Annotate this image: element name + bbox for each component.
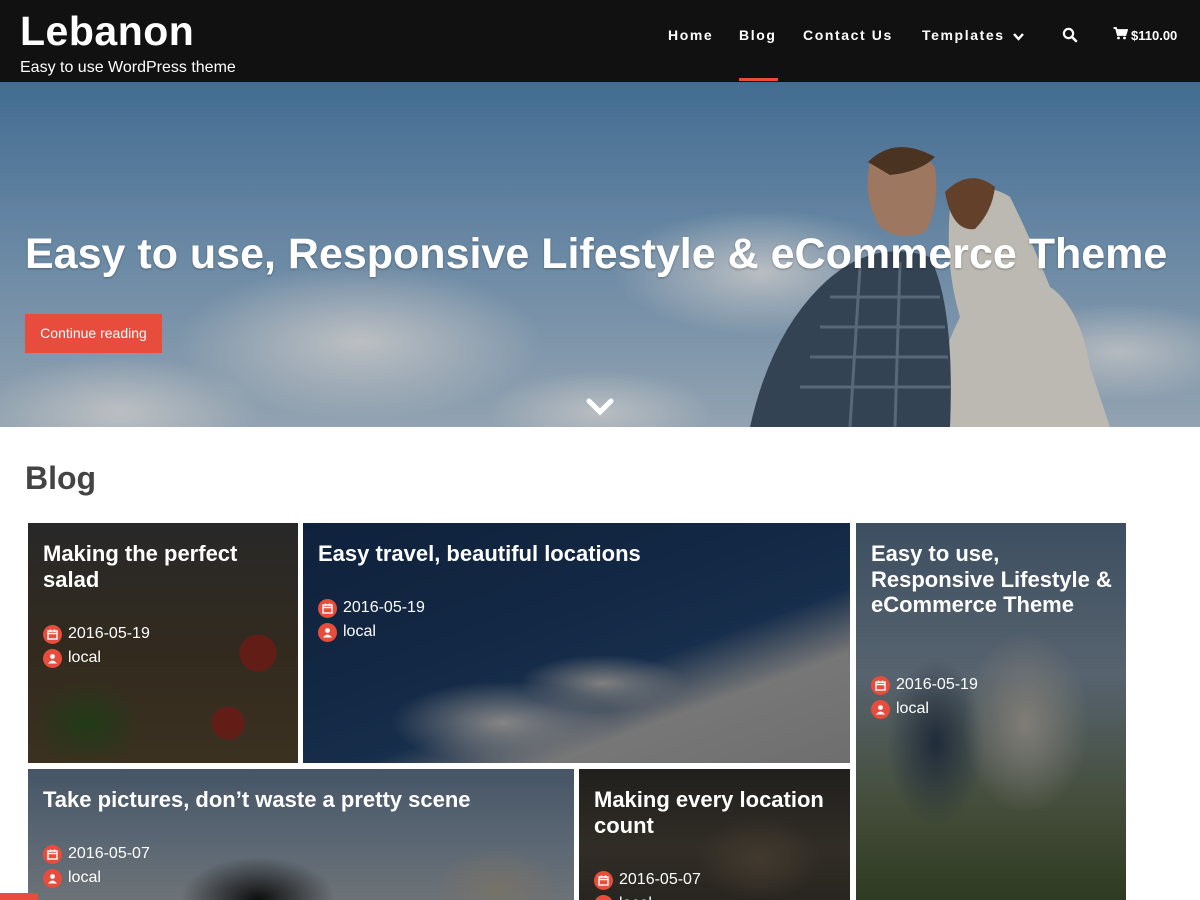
calendar-icon — [318, 598, 337, 618]
post-title[interactable]: Making the perfect salad — [43, 541, 286, 592]
post-meta: 2016-05-19 local — [318, 596, 425, 644]
post-meta: 2016-05-19 local — [871, 673, 978, 721]
search-icon[interactable] — [1062, 27, 1078, 48]
nav-templates[interactable]: Templates — [922, 27, 1024, 44]
calendar-icon — [871, 675, 890, 695]
post-title[interactable]: Easy travel, beautiful locations — [318, 541, 838, 567]
post-author[interactable]: local — [68, 649, 101, 667]
post-card[interactable]: Easy travel, beautiful locations 2016-05… — [303, 523, 850, 763]
chevron-down-icon — [1012, 28, 1024, 44]
blog-heading: Blog — [25, 460, 97, 496]
chevron-down-icon[interactable] — [586, 398, 614, 421]
post-card[interactable]: Making every location count 2016-05-07 l… — [579, 769, 850, 900]
post-date: 2016-05-07 — [619, 871, 701, 888]
post-title[interactable]: Take pictures, don’t waste a pretty scen… — [43, 787, 562, 813]
post-author[interactable]: local — [343, 623, 376, 641]
calendar-icon — [43, 844, 62, 864]
user-icon — [318, 622, 337, 642]
cart-icon — [1113, 27, 1129, 43]
nav-active-indicator — [739, 78, 778, 81]
post-author[interactable]: local — [896, 700, 929, 718]
user-icon — [594, 894, 613, 900]
post-meta: 2016-05-19 local — [43, 622, 150, 670]
post-author[interactable]: local — [68, 869, 101, 887]
calendar-icon — [594, 870, 613, 890]
hero-title: Easy to use, Responsive Lifestyle & eCom… — [25, 230, 1168, 278]
post-title[interactable]: Easy to use, Responsive Lifestyle & eCom… — [871, 541, 1114, 618]
post-date: 2016-05-19 — [68, 625, 150, 642]
post-meta: 2016-05-07 local — [594, 868, 701, 900]
post-date: 2016-05-07 — [68, 845, 150, 862]
post-card[interactable]: Making the perfect salad 2016-05-19 loca… — [28, 523, 298, 763]
post-card[interactable]: Easy to use, Responsive Lifestyle & eCom… — [856, 523, 1126, 900]
post-meta: 2016-05-07 local — [43, 842, 150, 890]
calendar-icon — [43, 624, 62, 644]
cart-total: $110.00 — [1131, 27, 1178, 43]
site-title[interactable]: Lebanon — [20, 8, 194, 55]
post-title[interactable]: Making every location count — [594, 787, 838, 838]
post-date: 2016-05-19 — [896, 676, 978, 693]
cart-link[interactable]: $110.00 — [1113, 27, 1177, 43]
continue-reading-button[interactable]: Continue reading — [25, 314, 162, 353]
nav-blog[interactable]: Blog — [739, 27, 777, 43]
user-icon — [43, 868, 62, 888]
site-tagline: Easy to use WordPress theme — [20, 59, 236, 76]
user-icon — [871, 699, 890, 719]
nav-templates-label: Templates — [922, 27, 1005, 43]
nav-home[interactable]: Home — [668, 27, 713, 43]
post-card[interactable]: Take pictures, don’t waste a pretty scen… — [28, 769, 574, 900]
post-date: 2016-05-19 — [343, 599, 425, 616]
site-header: Lebanon Easy to use WordPress theme Home… — [0, 0, 1200, 82]
nav-contact-us[interactable]: Contact Us — [803, 27, 893, 43]
scroll-to-top-tab[interactable] — [0, 893, 38, 900]
user-icon — [43, 648, 62, 668]
post-author[interactable]: local — [619, 895, 652, 900]
hero-banner: Easy to use, Responsive Lifestyle & eCom… — [0, 82, 1200, 427]
